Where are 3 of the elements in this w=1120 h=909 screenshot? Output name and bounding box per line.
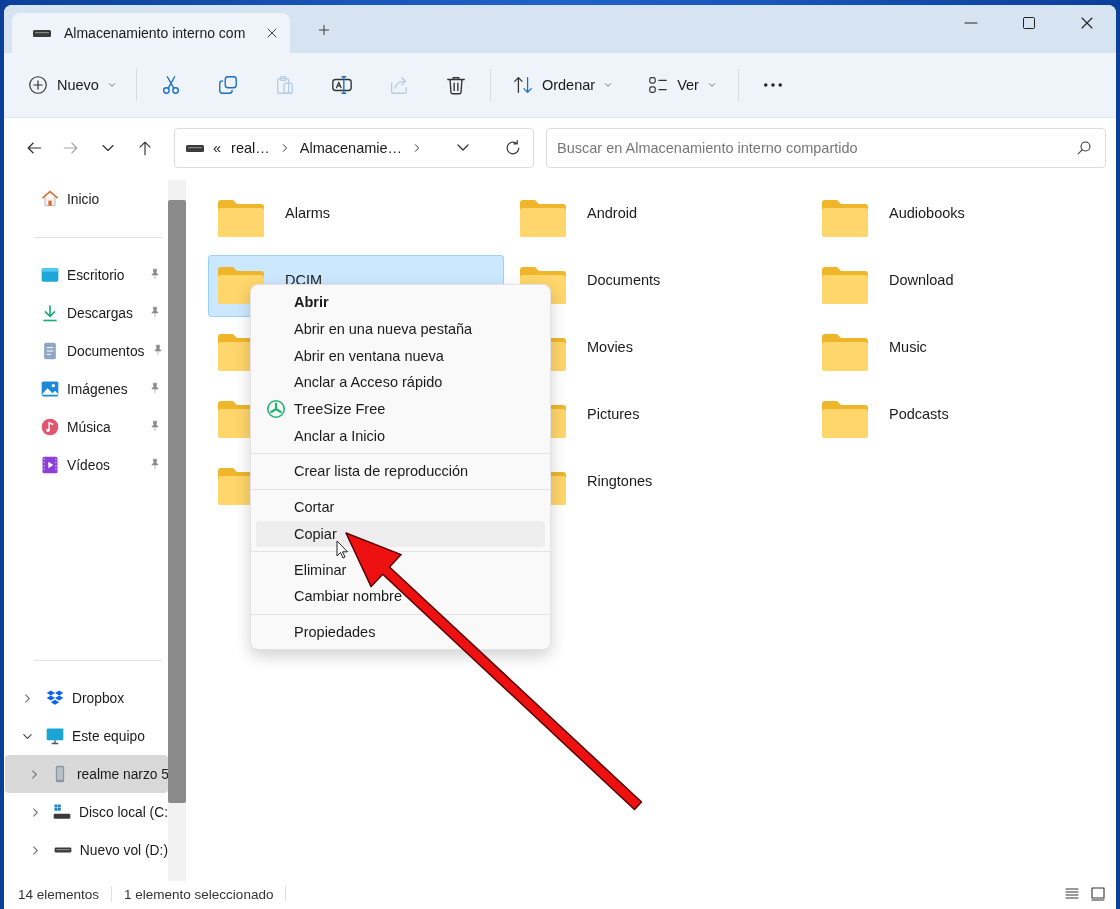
tab-title: Almacenamiento interno com (64, 25, 247, 41)
selection-count: 1 elemento seleccionado (124, 886, 274, 902)
item-count: 14 elementos (18, 886, 100, 902)
